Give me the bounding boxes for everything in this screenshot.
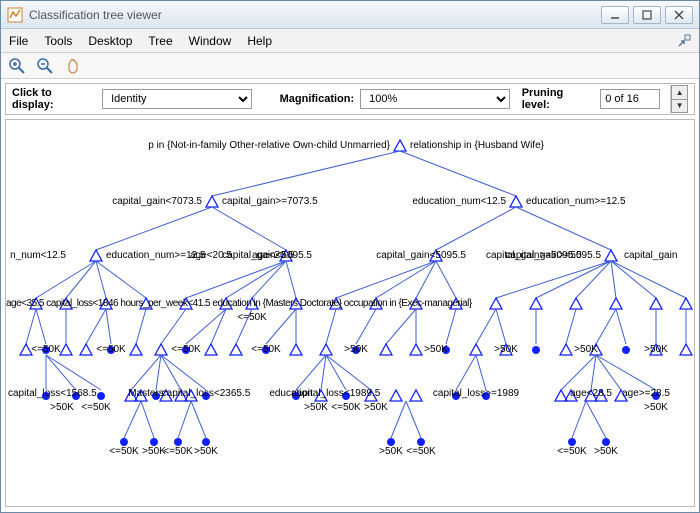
leaf-label: >50K xyxy=(574,344,598,355)
app-icon xyxy=(7,7,23,23)
node-label: capital_gain<5095.5 xyxy=(376,250,466,261)
close-button[interactable] xyxy=(665,6,693,24)
node-label: education_num<12.5 xyxy=(412,196,506,207)
minimize-button[interactable] xyxy=(601,6,629,24)
node-label: capital_loss<1989.5 xyxy=(292,388,381,399)
leaf-label: <=50K xyxy=(331,402,360,413)
menu-file[interactable]: File xyxy=(9,34,28,48)
pruning-level-label: Pruning level: xyxy=(522,87,595,111)
pan-button[interactable] xyxy=(63,56,83,76)
magnification-select[interactable]: 100% xyxy=(360,89,510,109)
leaf-label: <=50K xyxy=(96,344,125,355)
leaf-label: >50K xyxy=(194,446,218,457)
node-label: age>=28.5 xyxy=(622,388,670,399)
controls-bar: Click to display: Identity Magnification… xyxy=(5,83,695,115)
overlap-row-3: age<35.5 capital_loss<1846 hours_per_wee… xyxy=(6,298,694,309)
pruning-down-button[interactable]: ▼ xyxy=(671,100,688,114)
node-label: capital_gain<7073.5 xyxy=(112,196,202,207)
node-label: n_num<12.5 xyxy=(10,250,66,261)
leaf-label: <=50K xyxy=(171,344,200,355)
maximize-button[interactable] xyxy=(633,6,661,24)
leaf-label: <=50K xyxy=(163,446,192,457)
leaf-label: >50K xyxy=(424,344,448,355)
pruning-spinner: ▲ ▼ xyxy=(670,85,688,113)
node-label: capital_gain xyxy=(624,250,677,261)
menu-help[interactable]: Help xyxy=(247,34,272,48)
menu-tools[interactable]: Tools xyxy=(44,34,72,48)
tree-canvas[interactable]: p in {Not-in-family Other-relative Own-c… xyxy=(5,119,695,507)
toolbar xyxy=(1,53,699,79)
node-label: education_num>=12.5 xyxy=(526,196,626,207)
click-to-display-label: Click to display: xyxy=(12,87,96,111)
menu-tree[interactable]: Tree xyxy=(148,34,172,48)
title-bar: Classification tree viewer xyxy=(1,1,699,29)
node-label: capital_loss>=1989 xyxy=(433,388,519,399)
magnification-label: Magnification: xyxy=(280,93,355,105)
menu-bar: File Tools Desktop Tree Window Help xyxy=(1,29,699,53)
leaf-label: >50K xyxy=(594,446,618,457)
node-label: capital_gain>=5095.5 xyxy=(505,250,601,261)
leaf-label: <=50K xyxy=(81,402,110,413)
zoom-in-button[interactable] xyxy=(7,56,27,76)
leaf-label: >50K xyxy=(644,344,668,355)
display-select[interactable]: Identity xyxy=(102,89,252,109)
leaf-label: >50K xyxy=(50,402,74,413)
zoom-out-button[interactable] xyxy=(35,56,55,76)
node-label: capital_loss<1568.5 xyxy=(8,388,97,399)
node-label: capital_gain<5095.5 xyxy=(222,250,312,261)
leaf-label: <=50K xyxy=(406,446,435,457)
leaf-label: >50K xyxy=(304,402,328,413)
menu-window[interactable]: Window xyxy=(189,34,232,48)
leaf-label: <=50K xyxy=(251,344,280,355)
root-right-label: relationship in {Husband Wife} xyxy=(410,140,544,151)
node-label: capital_loss<2365.5 xyxy=(162,388,251,399)
window-title: Classification tree viewer xyxy=(29,8,597,22)
node-label: age<28.5 xyxy=(570,388,612,399)
menu-desktop[interactable]: Desktop xyxy=(88,34,132,48)
leaf-label: <=50K xyxy=(31,344,60,355)
node-label: <=50K xyxy=(237,312,266,323)
leaf-label: >50K xyxy=(379,446,403,457)
leaf-label: <=50K xyxy=(109,446,138,457)
pruning-level-value: 0 of 16 xyxy=(600,89,660,109)
root-left-label: p in {Not-in-family Other-relative Own-c… xyxy=(148,140,390,151)
leaf-label: <=50K xyxy=(557,446,586,457)
dock-icon[interactable] xyxy=(677,34,691,48)
leaf-label: >50K xyxy=(344,344,368,355)
leaf-label: >50K xyxy=(494,344,518,355)
node-label: capital_gain>=7073.5 xyxy=(222,196,318,207)
pruning-up-button[interactable]: ▲ xyxy=(671,85,688,100)
leaf-label: >50K xyxy=(364,402,388,413)
node-label: Masters xyxy=(128,388,164,399)
leaf-label: >50K xyxy=(644,402,668,413)
